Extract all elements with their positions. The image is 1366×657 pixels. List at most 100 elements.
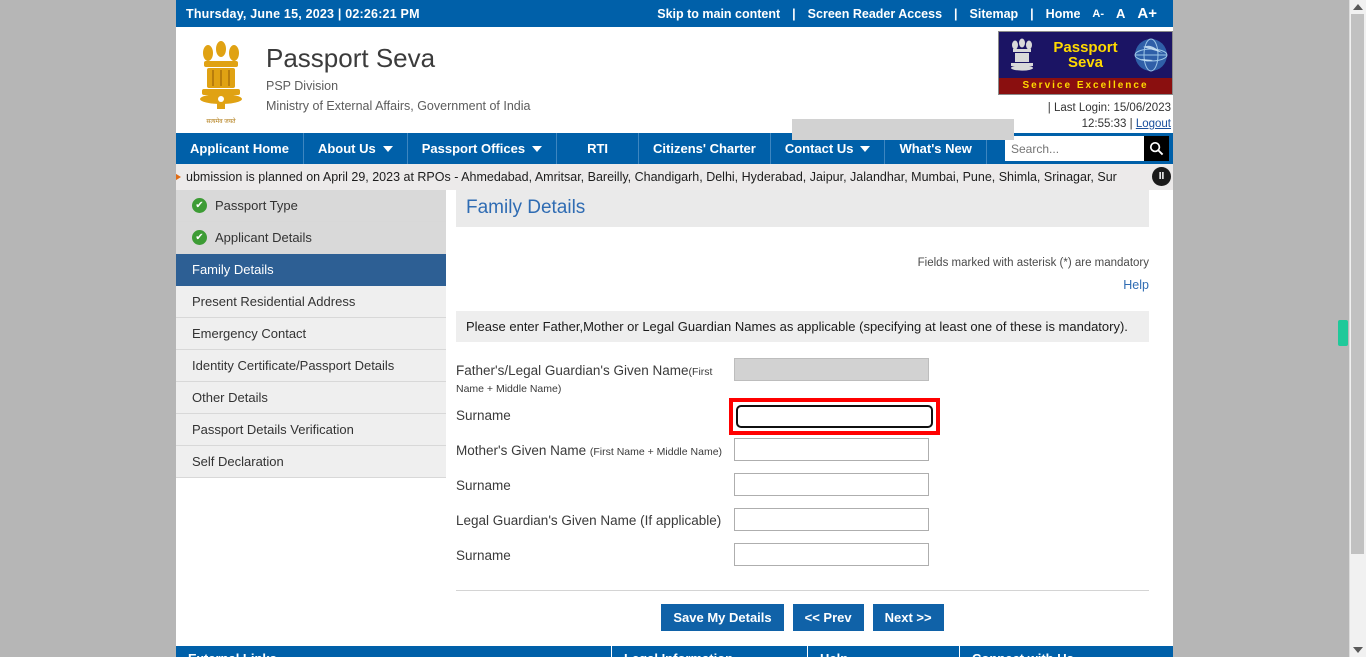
scroll-down-arrow-icon[interactable] — [1353, 647, 1363, 653]
guardian-given-name-input[interactable] — [734, 508, 929, 531]
field-label-main: Mother's Given Name — [456, 443, 590, 458]
logout-link[interactable]: Logout — [1136, 118, 1171, 130]
field-label-main: Surname — [456, 548, 511, 563]
sitemap-link[interactable]: Sitemap — [964, 7, 1025, 21]
father-given-name-input[interactable] — [734, 358, 929, 381]
field-label-main: Father's/Legal Guardian's Given Name — [456, 363, 689, 378]
site-title: Passport Seva — [266, 43, 436, 73]
find-result-marker — [1338, 320, 1348, 346]
chevron-down-icon — [382, 145, 393, 152]
field-row-mother-given-name: Mother's Given Name (First Name + Middle… — [456, 438, 1149, 467]
logo-line-1: Passport — [1053, 38, 1118, 56]
sidebar-item-label: Identity Certificate/Passport Details — [192, 358, 395, 373]
scrollbar-thumb[interactable] — [1351, 14, 1364, 554]
field-row-father-given-name: Father's/Legal Guardian's Given Name(Fir… — [456, 358, 1149, 397]
help-link[interactable]: Help — [1123, 278, 1149, 292]
search-button[interactable] — [1144, 136, 1169, 161]
form-panel: Family Details Fields marked with asteri… — [446, 190, 1173, 631]
font-increase-button[interactable]: A+ — [1131, 5, 1163, 22]
sidebar-item-other-details[interactable]: Other Details — [176, 382, 446, 414]
skip-to-main-content-link[interactable]: Skip to main content — [651, 7, 786, 21]
nav-item-applicant-home[interactable]: Applicant Home — [176, 133, 304, 164]
site-footer: External Links Legal Information Help Co… — [176, 646, 1173, 657]
footer-heading-external-links: External Links — [176, 646, 612, 657]
father-surname-input[interactable] — [735, 404, 934, 429]
check-icon: ✔ — [192, 198, 207, 213]
announcement-ticker: ubmission is planned on April 29, 2023 a… — [176, 164, 1173, 190]
main-navigation: Applicant Home About Us Passport Offices… — [176, 133, 1173, 164]
footer-headings: External Links Legal Information Help Co… — [176, 646, 1173, 657]
sidebar-item-identity-certificate-passport-details[interactable]: Identity Certificate/Passport Details — [176, 350, 446, 382]
nav-label: What's New — [899, 141, 972, 156]
scroll-up-arrow-icon[interactable] — [1353, 4, 1363, 10]
field-row-guardian-surname: Surname — [456, 543, 1149, 572]
font-decrease-button[interactable]: A- — [1086, 8, 1110, 20]
site-subtitle-ministry: Ministry of External Affairs, Government… — [266, 99, 531, 114]
logo-emblem-icon — [1003, 33, 1041, 76]
sidebar-item-label: Self Declaration — [192, 454, 284, 469]
page-title: Family Details — [456, 190, 1149, 227]
search-input[interactable] — [1005, 136, 1144, 161]
ticker-arrow-icon — [176, 170, 181, 184]
search-area — [1005, 133, 1173, 164]
home-link[interactable]: Home — [1040, 7, 1087, 21]
save-my-details-button[interactable]: Save My Details — [661, 604, 784, 631]
top-utility-bar: Thursday, June 15, 2023 | 02:26:21 PM Sk… — [176, 0, 1173, 27]
nav-item-citizens-charter[interactable]: Citizens' Charter — [639, 133, 771, 164]
field-label: Father's/Legal Guardian's Given Name(Fir… — [456, 358, 734, 397]
prev-button[interactable]: << Prev — [792, 604, 864, 631]
nav-label: Citizens' Charter — [653, 141, 756, 156]
check-icon: ✔ — [192, 230, 207, 245]
font-normal-button[interactable]: A — [1110, 6, 1131, 21]
nav-item-rti[interactable]: RTI — [557, 133, 640, 164]
sidebar-item-applicant-details[interactable]: ✔ Applicant Details — [176, 222, 446, 254]
nav-item-about-us[interactable]: About Us — [304, 133, 408, 164]
sidebar-item-label: Emergency Contact — [192, 326, 307, 341]
red-highlight-box — [729, 398, 940, 435]
sidebar-item-passport-type[interactable]: ✔ Passport Type — [176, 190, 446, 222]
field-label-main: Legal Guardian's Given Name (If applicab… — [456, 513, 722, 528]
separator: | — [1030, 6, 1034, 21]
field-label-main: Surname — [456, 478, 511, 493]
last-login-label: | Last Login: — [1047, 102, 1111, 114]
passport-seva-page: Thursday, June 15, 2023 | 02:26:21 PM Sk… — [176, 0, 1173, 657]
sidebar-item-label: Passport Details Verification — [192, 422, 354, 437]
mother-surname-input[interactable] — [734, 473, 929, 496]
field-label: Surname — [456, 543, 734, 563]
current-datetime: Thursday, June 15, 2023 | 02:26:21 PM — [186, 6, 420, 21]
redacted-username-block — [792, 119, 1014, 140]
logo-line-2: Seva — [1067, 53, 1104, 71]
last-login-time: 12:55:33 — [1081, 118, 1127, 130]
footer-heading-legal-information: Legal Information — [612, 646, 808, 657]
emblem-caption: सत्यमेव जयते — [206, 119, 236, 125]
form-actions: Save My Details << Prev Next >> — [456, 604, 1149, 631]
family-details-form: Father's/Legal Guardian's Given Name (Fir… — [456, 358, 1149, 572]
field-label-hint: (First Name + Middle Name) — [589, 446, 723, 458]
field-label-main: Surname — [456, 408, 511, 423]
nav-label: About Us — [317, 141, 376, 156]
logo-text: Passport Seva — [1041, 40, 1130, 70]
field-label: Legal Guardian's Given Name (If applicab… — [456, 508, 734, 528]
sidebar-item-family-details[interactable]: Family Details — [176, 254, 446, 286]
sidebar-item-self-declaration[interactable]: Self Declaration — [176, 446, 446, 478]
last-login-block: | Last Login: 15/06/2023 12:55:33 | Logo… — [1048, 100, 1171, 132]
field-row-father-surname: Surname — [456, 398, 1149, 435]
next-button[interactable]: Next >> — [872, 604, 944, 631]
nav-item-passport-offices[interactable]: Passport Offices — [408, 133, 558, 164]
vertical-scrollbar[interactable] — [1349, 0, 1366, 657]
field-row-guardian-given-name: Legal Guardian's Given Name (If applicab… — [456, 508, 1149, 537]
form-instruction-notice: Please enter Father,Mother or Legal Guar… — [456, 311, 1149, 342]
screen-reader-access-link[interactable]: Screen Reader Access — [802, 7, 948, 21]
mandatory-fields-note: Fields marked with asterisk (*) are mand… — [917, 257, 1149, 269]
sidebar-item-emergency-contact[interactable]: Emergency Contact — [176, 318, 446, 350]
site-subtitle-division: PSP Division — [266, 79, 339, 94]
mother-given-name-input[interactable] — [734, 438, 929, 461]
guardian-surname-input[interactable] — [734, 543, 929, 566]
field-label: Surname — [456, 403, 734, 423]
sidebar-item-label: Present Residential Address — [192, 294, 356, 309]
pause-icon[interactable]: II — [1152, 167, 1171, 186]
sidebar-item-present-residential-address[interactable]: Present Residential Address — [176, 286, 446, 318]
chevron-down-icon — [532, 145, 543, 152]
passport-seva-logo: Passport Seva Service Excellence — [998, 31, 1173, 95]
sidebar-item-passport-details-verification[interactable]: Passport Details Verification — [176, 414, 446, 446]
